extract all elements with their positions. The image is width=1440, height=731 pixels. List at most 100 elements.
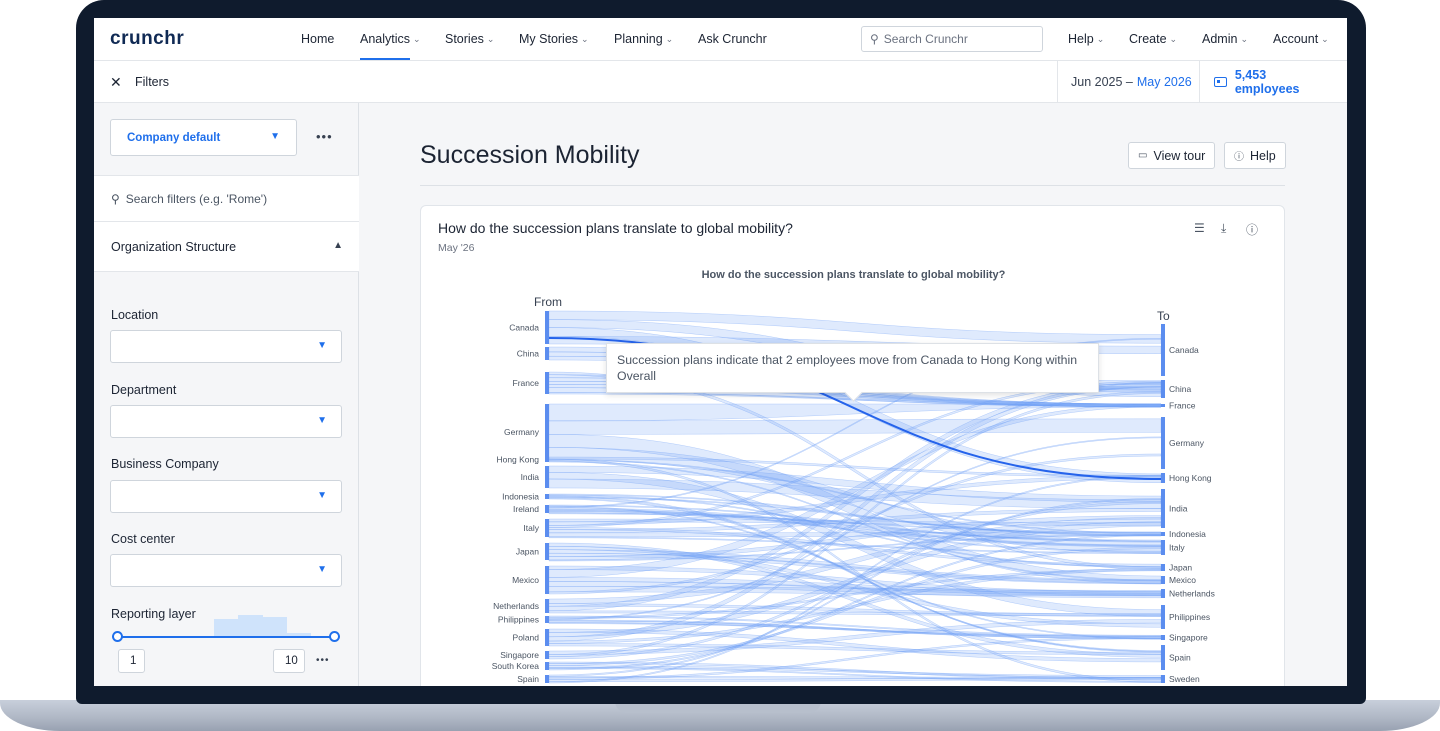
target-node[interactable] xyxy=(1161,324,1165,376)
target-node[interactable] xyxy=(1161,417,1165,469)
target-node-label: France xyxy=(1169,401,1196,411)
source-node[interactable] xyxy=(545,466,549,488)
chevron-down-icon: ▼ xyxy=(317,490,327,501)
target-node[interactable] xyxy=(1161,635,1165,640)
target-node[interactable] xyxy=(1161,404,1165,407)
nav-active-indicator xyxy=(360,58,410,60)
filters-label: Filters xyxy=(135,75,170,89)
date-range[interactable]: Jun 2025 – May 2026 xyxy=(1057,61,1205,103)
crunchr-logo[interactable]: crunchr xyxy=(110,28,184,50)
source-node[interactable] xyxy=(545,372,549,394)
nav-my-stories[interactable]: My Stories ⌄ xyxy=(519,32,589,46)
flow-tooltip: Succession plans indicate that 2 employe… xyxy=(606,343,1099,393)
nav-account[interactable]: Account ⌄ xyxy=(1273,32,1329,46)
target-node-label: Canada xyxy=(1169,345,1199,355)
target-node-label: Mexico xyxy=(1169,575,1196,585)
range-min-input[interactable]: 1 xyxy=(118,649,145,673)
source-node[interactable] xyxy=(545,675,549,683)
target-node-label: Italy xyxy=(1169,543,1185,553)
nav-home[interactable]: Home xyxy=(301,32,334,46)
close-icon[interactable]: ✕ xyxy=(110,74,122,91)
range-min-handle[interactable] xyxy=(112,631,123,642)
chevron-down-icon: ▼ xyxy=(317,340,327,351)
location-select[interactable]: ▼ xyxy=(110,330,342,363)
nav-analytics[interactable]: Analytics ⌄ xyxy=(360,32,421,46)
chevron-down-icon: ⌄ xyxy=(1169,33,1178,44)
department-select[interactable]: ▼ xyxy=(110,405,342,438)
source-node[interactable] xyxy=(545,519,549,537)
source-node-label: India xyxy=(521,472,540,482)
target-node[interactable] xyxy=(1161,645,1165,670)
target-node-label: Indonesia xyxy=(1169,529,1206,539)
sankey-chart: Canada China France Germany Hong Kong India In… xyxy=(492,310,1215,684)
chevron-down-icon: ⌄ xyxy=(1096,33,1105,44)
source-node[interactable] xyxy=(545,662,549,670)
target-node-label: Japan xyxy=(1169,563,1192,573)
page-title: Succession Mobility xyxy=(420,141,640,169)
nav-planning[interactable]: Planning ⌄ xyxy=(614,32,673,46)
source-node-label: Indonesia xyxy=(502,492,539,502)
target-node[interactable] xyxy=(1161,473,1165,483)
tour-icon: ▭ xyxy=(1138,150,1148,161)
target-node[interactable] xyxy=(1161,532,1165,536)
source-node-label: France xyxy=(513,378,540,388)
nav-ask-crunchr[interactable]: Ask Crunchr xyxy=(698,32,767,46)
nav-create[interactable]: Create ⌄ xyxy=(1129,32,1177,46)
nav-admin[interactable]: Admin ⌄ xyxy=(1202,32,1248,46)
source-node[interactable] xyxy=(545,543,549,560)
business-company-select[interactable]: ▼ xyxy=(110,480,342,513)
source-node[interactable] xyxy=(545,311,549,344)
search-input[interactable]: ⚲ Search Crunchr xyxy=(861,26,1043,52)
source-node-label: Ireland xyxy=(513,504,539,514)
source-node[interactable] xyxy=(545,457,549,462)
source-node[interactable] xyxy=(545,651,549,659)
source-node-label: Singapore xyxy=(500,650,539,660)
target-node-label: India xyxy=(1169,504,1188,514)
source-node[interactable] xyxy=(545,616,549,623)
org-structure-section[interactable]: Organization Structure ▲ xyxy=(94,222,359,272)
employee-count[interactable]: 5,453 employees xyxy=(1199,61,1347,103)
range-max-input[interactable]: 10 xyxy=(273,649,305,673)
histogram-bar xyxy=(238,615,263,637)
source-node[interactable] xyxy=(545,347,549,360)
target-node-label: Spain xyxy=(1169,653,1191,663)
target-node[interactable] xyxy=(1161,489,1165,528)
source-node-label: Italy xyxy=(523,523,539,533)
app-screen: crunchr Home Analytics ⌄ Stories ⌄ My Stor… xyxy=(94,18,1347,686)
source-node[interactable] xyxy=(545,404,549,460)
source-node[interactable] xyxy=(545,599,549,613)
target-node-label: China xyxy=(1169,384,1191,394)
preset-select[interactable]: Company default ▼ xyxy=(110,119,297,156)
chevron-down-icon: ⌄ xyxy=(581,33,589,44)
source-node[interactable] xyxy=(545,629,549,646)
target-node[interactable] xyxy=(1161,540,1165,555)
cost-center-select[interactable]: ▼ xyxy=(110,554,342,587)
source-node[interactable] xyxy=(545,566,549,594)
nav-stories[interactable]: Stories ⌄ xyxy=(445,32,494,46)
source-node-label: South Korea xyxy=(492,661,540,671)
target-node[interactable] xyxy=(1161,605,1165,629)
target-node[interactable] xyxy=(1161,380,1165,398)
range-max-handle[interactable] xyxy=(329,631,340,642)
more-options-icon[interactable]: ••• xyxy=(316,655,330,666)
source-node-label: Mexico xyxy=(512,575,539,585)
chevron-down-icon: ⌄ xyxy=(413,33,421,44)
sankey-flow[interactable] xyxy=(548,418,1162,435)
target-node[interactable] xyxy=(1161,675,1165,683)
main-content: Succession Mobility ▭ View tour ⓘ Help H… xyxy=(360,103,1347,686)
target-node[interactable] xyxy=(1161,564,1165,571)
view-tour-button[interactable]: ▭ View tour xyxy=(1128,142,1216,169)
target-node-label: Hong Kong xyxy=(1169,473,1212,483)
source-node[interactable] xyxy=(545,494,549,499)
chevron-down-icon: ▼ xyxy=(270,131,280,142)
business-company-label: Business Company xyxy=(111,457,219,471)
help-button[interactable]: ⓘ Help xyxy=(1224,142,1286,169)
histogram-bar xyxy=(263,617,287,637)
more-options-icon[interactable]: ••• xyxy=(316,129,333,144)
nav-help[interactable]: Help ⌄ xyxy=(1068,32,1104,46)
target-node[interactable] xyxy=(1161,589,1165,598)
source-node[interactable] xyxy=(545,505,549,513)
target-node[interactable] xyxy=(1161,576,1165,584)
filter-search-input[interactable]: ⚲ Search filters (e.g. 'Rome') xyxy=(94,175,359,222)
source-node-label: Netherlands xyxy=(493,601,539,611)
